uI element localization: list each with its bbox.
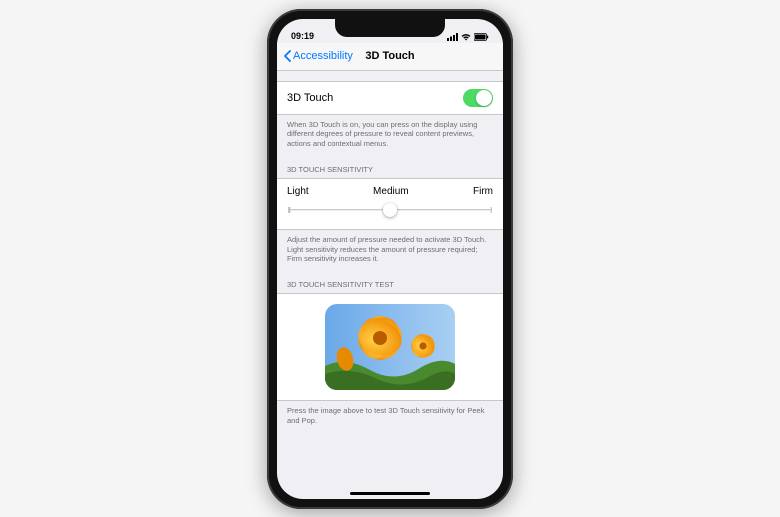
- 3d-touch-toggle-label: 3D Touch: [287, 92, 333, 104]
- navigation-bar: Accessibility 3D Touch: [277, 43, 503, 71]
- chevron-left-icon: [283, 50, 292, 62]
- slider-tick-light: [288, 207, 290, 213]
- nav-back-label: Accessibility: [293, 50, 353, 62]
- notch: [335, 19, 445, 37]
- nav-title: 3D Touch: [365, 50, 414, 62]
- sensitivity-label-medium: Medium: [373, 186, 409, 197]
- sensitivity-label-firm: Firm: [473, 186, 493, 197]
- sensitivity-slider-group: Light Medium Firm: [277, 178, 503, 230]
- signal-icon: [447, 33, 458, 41]
- iphone-frame: 09:19 Accessibility 3D Touch 3D Touch Wh…: [267, 9, 513, 509]
- sensitivity-test-group: [277, 293, 503, 401]
- test-header: 3D TOUCH SENSITIVITY TEST: [277, 272, 503, 293]
- home-indicator[interactable]: [350, 492, 430, 495]
- battery-icon: [474, 33, 489, 41]
- settings-content[interactable]: 3D Touch When 3D Touch is on, you can pr…: [277, 71, 503, 499]
- slider-thumb[interactable]: [383, 203, 397, 217]
- sensitivity-header: 3D TOUCH SENSITIVITY: [277, 157, 503, 178]
- test-footer: Press the image above to test 3D Touch s…: [277, 401, 503, 434]
- sensitivity-label-light: Light: [287, 186, 309, 197]
- sensitivity-slider[interactable]: [287, 203, 493, 217]
- nav-back-button[interactable]: Accessibility: [283, 50, 353, 62]
- sensitivity-labels: Light Medium Firm: [287, 186, 493, 197]
- 3d-touch-toggle-footer: When 3D Touch is on, you can press on th…: [277, 115, 503, 157]
- wifi-icon: [461, 33, 471, 41]
- screen: 09:19 Accessibility 3D Touch 3D Touch Wh…: [277, 19, 503, 499]
- 3d-touch-toggle[interactable]: [463, 89, 493, 107]
- 3d-touch-toggle-row[interactable]: 3D Touch: [277, 81, 503, 115]
- sensitivity-test-image[interactable]: [325, 304, 455, 390]
- sensitivity-footer: Adjust the amount of pressure needed to …: [277, 230, 503, 272]
- slider-tick-firm: [490, 207, 492, 213]
- status-icons: [447, 33, 489, 41]
- status-time: 09:19: [291, 31, 314, 41]
